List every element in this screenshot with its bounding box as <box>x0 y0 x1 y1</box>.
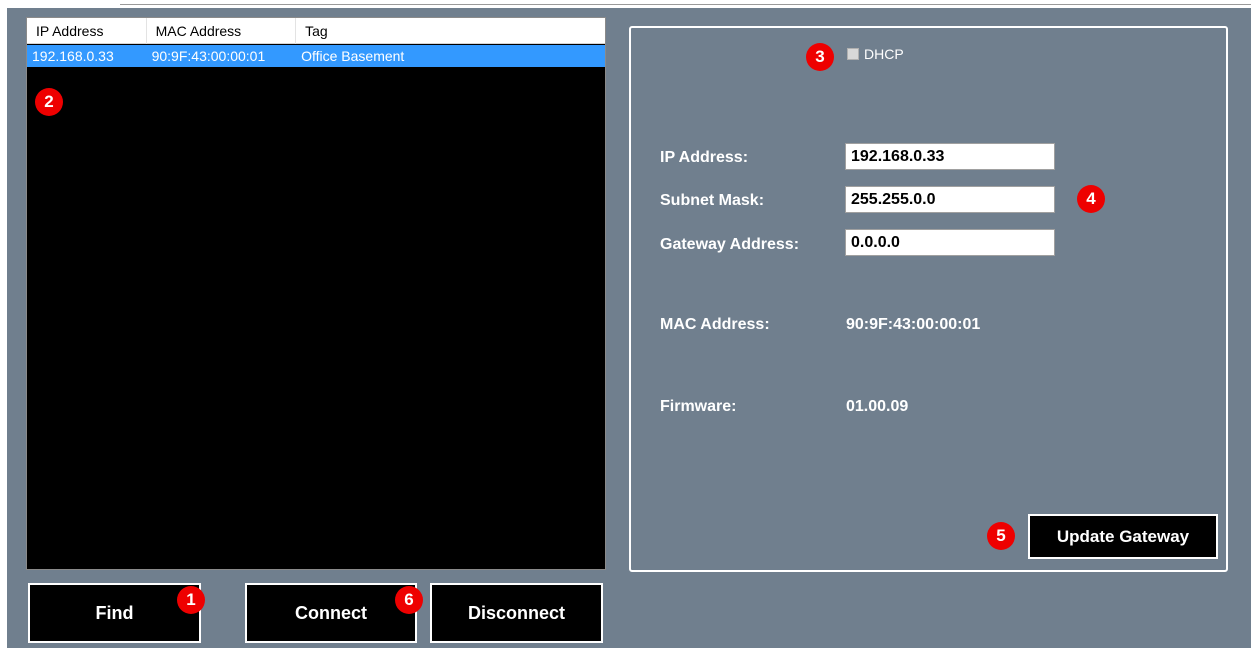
annotation-badge-5: 5 <box>987 522 1015 550</box>
firmware-value: 01.00.09 <box>846 398 909 415</box>
column-header-tag[interactable]: Tag <box>296 18 605 44</box>
subnet-mask-field[interactable]: 255.255.0.0 <box>845 186 1055 213</box>
cell-ip: 192.168.0.33 <box>32 48 114 64</box>
connect-button[interactable]: Connect <box>245 583 417 643</box>
dhcp-label: DHCP <box>864 46 904 62</box>
subnet-mask-label: Subnet Mask: <box>660 192 765 209</box>
column-header-ip[interactable]: IP Address <box>27 18 147 44</box>
gateway-address-field[interactable]: 0.0.0.0 <box>845 229 1055 256</box>
top-divider <box>120 4 1251 5</box>
ip-address-field[interactable]: 192.168.0.33 <box>845 143 1055 170</box>
annotation-badge-2: 2 <box>35 88 63 116</box>
update-gateway-button[interactable]: Update Gateway <box>1028 514 1218 559</box>
disconnect-button[interactable]: Disconnect <box>430 583 603 643</box>
dhcp-checkbox[interactable] <box>847 48 859 60</box>
annotation-badge-6: 6 <box>395 586 423 614</box>
gateway-address-label: Gateway Address: <box>660 236 800 253</box>
ip-address-label: IP Address: <box>660 149 749 166</box>
column-header-mac[interactable]: MAC Address <box>147 18 297 44</box>
find-button[interactable]: Find <box>28 583 201 643</box>
list-header: IP Address MAC Address Tag <box>27 18 605 44</box>
cell-tag: Office Basement <box>301 48 405 64</box>
list-item[interactable]: 192.168.0.33 90:9F:43:00:00:01 Office Ba… <box>27 45 605 67</box>
mac-address-label: MAC Address: <box>660 316 770 333</box>
annotation-badge-4: 4 <box>1077 185 1105 213</box>
device-list[interactable]: IP Address MAC Address Tag 192.168.0.33 … <box>26 17 606 570</box>
firmware-label: Firmware: <box>660 398 737 415</box>
network-settings-panel <box>629 26 1228 572</box>
annotation-badge-3: 3 <box>806 43 834 71</box>
annotation-badge-1: 1 <box>177 586 205 614</box>
mac-address-value: 90:9F:43:00:00:01 <box>846 316 981 333</box>
dhcp-option[interactable]: DHCP <box>847 46 904 62</box>
cell-mac: 90:9F:43:00:00:01 <box>151 48 266 64</box>
